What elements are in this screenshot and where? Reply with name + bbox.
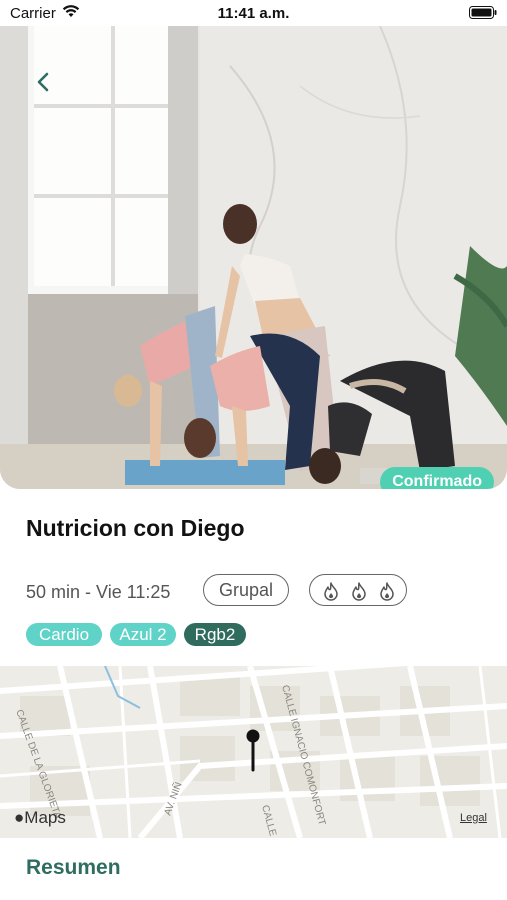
chevron-left-icon [37, 72, 49, 92]
legal-link[interactable]: Legal [460, 812, 487, 824]
flame-icon [324, 582, 338, 601]
section-title-resumen: Resumen [26, 856, 121, 879]
battery-icon [469, 6, 497, 23]
class-type-pill: Grupal [203, 574, 289, 606]
flame-icon [380, 582, 394, 601]
apple-icon: ● [14, 808, 25, 827]
status-bar: Carrier 11:41 a.m. [0, 0, 507, 26]
location-map[interactable]: AV. NIÑ CALLE IGNACIO COMONFORT CALLE DE… [0, 666, 507, 838]
clock: 11:41 a.m. [217, 5, 290, 22]
back-button[interactable] [28, 66, 60, 98]
class-title: Nutricion con Diego [26, 515, 245, 541]
tag-azul-2: Azul 2 [110, 623, 176, 646]
flame-icon [352, 582, 366, 601]
apple-maps-logo: ●Maps [14, 808, 66, 828]
maps-label: Maps [24, 808, 66, 827]
tag-cardio: Cardio [26, 623, 102, 646]
tag-rgb2: Rgb2 [184, 623, 246, 646]
intensity-pill [309, 574, 407, 606]
class-hero-image: Confirmado [0, 26, 507, 489]
status-badge: Confirmado [380, 467, 494, 489]
class-duration-time: 50 min - Vie 11:25 [26, 582, 171, 602]
